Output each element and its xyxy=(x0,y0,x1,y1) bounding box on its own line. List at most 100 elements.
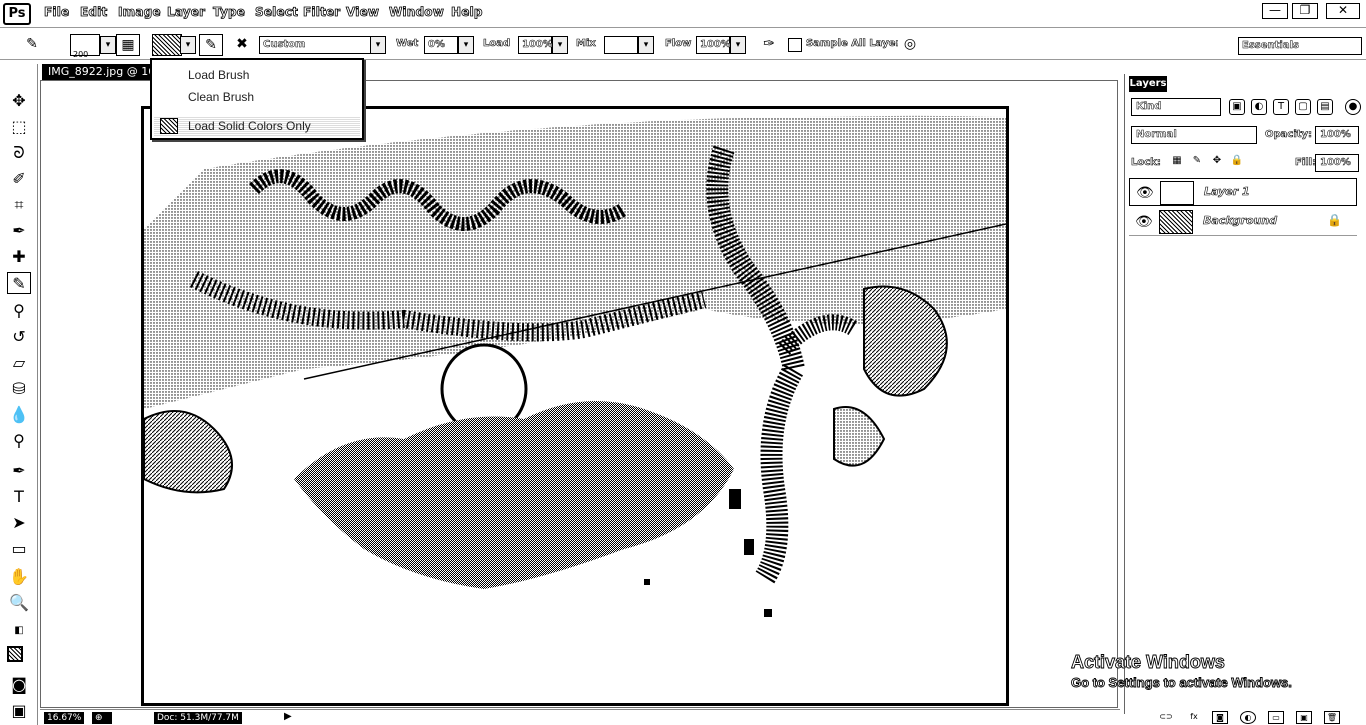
flow-input[interactable]: 100% xyxy=(696,36,731,54)
lock-position-icon[interactable]: ✥ xyxy=(1209,154,1225,170)
menu-layer[interactable]: Layer xyxy=(167,5,206,23)
color-swatches[interactable] xyxy=(5,644,33,670)
opacity-input[interactable]: 100% xyxy=(1315,126,1359,144)
new-group-icon[interactable]: ▭ xyxy=(1268,711,1284,724)
blend-mode-select[interactable]: Normal xyxy=(1131,126,1257,144)
load-dropdown[interactable]: ▾ xyxy=(552,36,568,54)
lock-transparent-pixels-icon[interactable]: ▦ xyxy=(1169,154,1185,170)
blend-combo-dropdown[interactable]: ▾ xyxy=(370,36,386,54)
filter-smart-object-icon[interactable]: ▤ xyxy=(1317,99,1333,115)
wet-input[interactable]: 0% xyxy=(424,36,458,54)
painting-image xyxy=(144,115,1006,617)
menu-file[interactable]: File xyxy=(44,5,70,23)
eraser-tool-icon[interactable]: ▱ xyxy=(7,352,31,374)
wet-dropdown[interactable]: ▾ xyxy=(458,36,474,54)
document-canvas[interactable] xyxy=(141,106,1009,706)
foreground-color-swatch[interactable] xyxy=(7,646,23,662)
menu-filter[interactable]: Filter xyxy=(303,5,341,23)
visibility-eye-icon[interactable]: 👁 xyxy=(1136,185,1154,201)
flow-dropdown[interactable]: ▾ xyxy=(730,36,746,54)
quick-mask-icon[interactable]: ◙ xyxy=(7,674,31,696)
load-brush-menu-item[interactable]: Load Brush xyxy=(188,68,249,82)
fill-input[interactable]: 100% xyxy=(1315,154,1359,172)
pressure-size-icon[interactable]: ◎ xyxy=(898,34,922,56)
layer-name[interactable]: Background xyxy=(1203,214,1278,228)
path-selection-tool-icon[interactable]: ➤ xyxy=(7,512,31,534)
filter-toggle-icon[interactable]: ● xyxy=(1345,99,1361,115)
menu-type[interactable]: Type xyxy=(213,5,246,23)
brush-load-menu-toggle[interactable]: ▾ xyxy=(180,36,196,54)
mixer-brush-tool-icon[interactable]: ✎ xyxy=(20,34,44,56)
load-input[interactable]: 100% xyxy=(518,36,553,54)
layers-tab[interactable]: Layers xyxy=(1129,76,1167,92)
mixer-brush-tool-icon[interactable]: ✎ xyxy=(7,272,31,294)
crop-tool-icon[interactable]: ⌗ xyxy=(7,194,31,216)
marquee-tool-icon[interactable]: ⬚ xyxy=(7,116,31,138)
clean-brush-after-stroke-icon[interactable]: ✖ xyxy=(230,34,254,56)
filter-adjustment-icon[interactable]: ◐ xyxy=(1251,99,1267,115)
visibility-eye-icon[interactable]: 👁 xyxy=(1135,214,1153,230)
menu-edit[interactable]: Edit xyxy=(80,5,108,23)
healing-brush-tool-icon[interactable]: ✚ xyxy=(7,246,31,268)
lock-image-pixels-icon[interactable]: ✎ xyxy=(1189,154,1205,170)
clone-stamp-tool-icon[interactable]: ⚲ xyxy=(7,300,31,322)
delete-layer-icon[interactable]: 🗑 xyxy=(1324,711,1340,724)
zoom-tool-icon[interactable]: 🔍 xyxy=(7,592,31,614)
blur-tool-icon[interactable]: 💧 xyxy=(7,404,31,426)
brush-preset-dropdown[interactable]: ▾ xyxy=(100,36,116,54)
menu-window[interactable]: Window xyxy=(389,5,445,23)
add-mask-icon[interactable]: ◙ xyxy=(1212,711,1228,724)
filter-shape-icon[interactable]: ▢ xyxy=(1295,99,1311,115)
layer-name[interactable]: Layer 1 xyxy=(1204,185,1250,199)
filter-kind-select[interactable]: Kind xyxy=(1131,98,1221,116)
screen-mode-icon[interactable]: ▣ xyxy=(7,700,31,722)
restore-button[interactable]: ❐ xyxy=(1292,3,1318,19)
rectangle-tool-icon[interactable]: ▭ xyxy=(7,538,31,560)
lasso-tool-icon[interactable]: ᘐ xyxy=(7,142,31,164)
link-layers-icon[interactable]: ⊂⊃ xyxy=(1158,711,1174,724)
pen-tool-icon[interactable]: ✒ xyxy=(7,460,31,482)
brush-panel-icon[interactable]: ▦ xyxy=(116,34,140,56)
sample-all-layers-label: Sample All Layers xyxy=(806,38,907,50)
layer-style-icon[interactable]: fx xyxy=(1186,711,1202,724)
workspace-switcher[interactable]: Essentials xyxy=(1238,37,1362,55)
history-brush-tool-icon[interactable]: ↺ xyxy=(7,326,31,348)
zoom-level[interactable]: 16.67% xyxy=(44,712,85,724)
adjustment-layer-icon[interactable]: ◐ xyxy=(1240,711,1256,724)
eyedropper-tool-icon[interactable]: ✒ xyxy=(7,220,31,242)
new-layer-icon[interactable]: ▣ xyxy=(1296,711,1312,724)
canvas-area[interactable] xyxy=(40,80,1118,708)
zoom-stepper[interactable]: ⊕ xyxy=(92,712,112,724)
brush-preset-picker[interactable]: 200 xyxy=(70,34,100,59)
document-tab[interactable]: IMG_8922.jpg @ 16 xyxy=(42,64,162,80)
minimize-button[interactable]: — xyxy=(1262,3,1288,19)
paint-bucket-tool-icon[interactable]: ⛁ xyxy=(7,378,31,400)
dodge-tool-icon[interactable]: ⚲ xyxy=(7,430,31,452)
menu-select[interactable]: Select xyxy=(255,5,299,23)
layer-row-layer-1[interactable]: 👁 Layer 1 xyxy=(1129,178,1357,206)
move-tool-icon[interactable]: ✥ xyxy=(7,90,31,112)
status-menu-arrow-icon[interactable]: ▶ xyxy=(284,711,292,722)
default-colors-icon[interactable]: ◧ xyxy=(7,620,31,642)
load-brush-after-stroke-icon[interactable]: ✎ xyxy=(199,34,223,56)
mix-dropdown[interactable]: ▾ xyxy=(638,36,654,54)
layer-row-background[interactable]: 👁 Background 🔒 xyxy=(1129,208,1357,236)
quick-selection-tool-icon[interactable]: ✐ xyxy=(7,168,31,190)
menu-view[interactable]: View xyxy=(346,5,380,23)
menu-image[interactable]: Image xyxy=(118,5,161,23)
hand-tool-icon[interactable]: ✋ xyxy=(7,566,31,588)
dark-rock-mass xyxy=(294,401,734,589)
menu-help[interactable]: Help xyxy=(451,5,483,23)
current-brush-load-swatch[interactable] xyxy=(152,34,182,56)
close-button[interactable]: ✕ xyxy=(1326,3,1360,19)
type-tool-icon[interactable]: T xyxy=(7,486,31,508)
clean-brush-menu-item[interactable]: Clean Brush xyxy=(188,90,254,104)
lock-all-icon[interactable]: 🔒 xyxy=(1229,154,1245,170)
filter-pixel-icon[interactable]: ▣ xyxy=(1229,99,1245,115)
mix-input[interactable] xyxy=(604,36,638,54)
blend-combo-select[interactable]: Custom xyxy=(259,36,371,54)
load-solid-colors-only-menu-item[interactable]: Load Solid Colors Only xyxy=(188,119,311,133)
airbrush-icon[interactable]: ✑ xyxy=(757,34,781,56)
sample-all-layers-checkbox[interactable] xyxy=(788,38,802,52)
filter-type-icon[interactable]: T xyxy=(1273,99,1289,115)
